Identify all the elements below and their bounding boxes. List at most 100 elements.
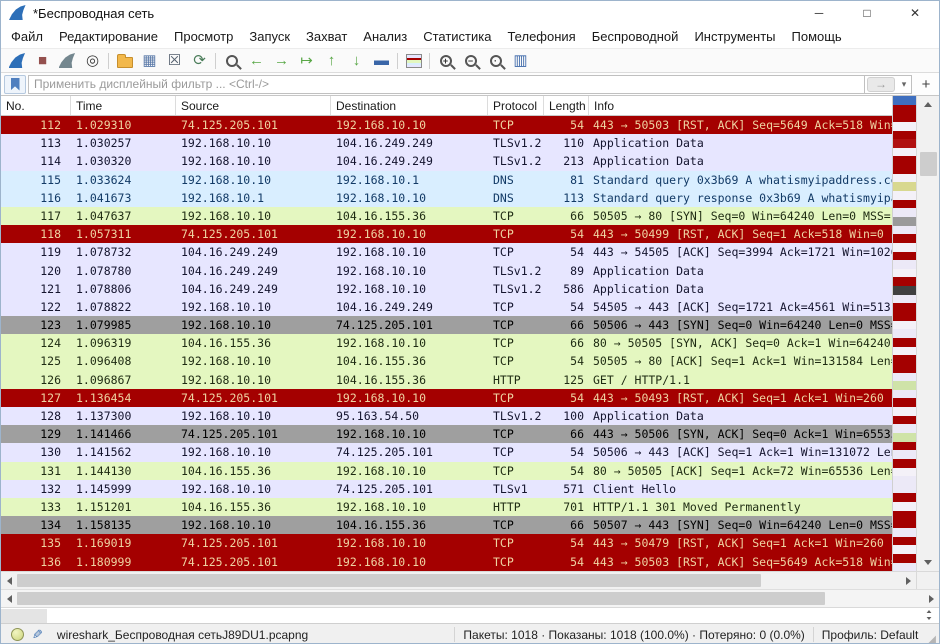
menu-capture[interactable]: Захват (298, 26, 355, 47)
packet-row[interactable]: 127 1.136454 74.125.205.101 192.168.10.1… (1, 389, 892, 407)
menu-edit[interactable]: Редактирование (51, 26, 166, 47)
packet-row[interactable]: 122 1.078822 192.168.10.10 104.16.249.24… (1, 298, 892, 316)
cell-info: 443 → 50479 [RST, ACK] Seq=1 Ack=1 Win=2… (589, 534, 892, 552)
packet-minimap[interactable] (892, 96, 916, 571)
packet-row[interactable]: 124 1.096319 104.16.155.36 192.168.10.10… (1, 334, 892, 352)
packet-row[interactable]: 135 1.169019 74.125.205.101 192.168.10.1… (1, 534, 892, 552)
pane-scroll-left-arrow-icon[interactable] (1, 590, 17, 607)
packet-row[interactable]: 125 1.096408 192.168.10.10 104.16.155.36… (1, 352, 892, 370)
packet-row[interactable]: 112 1.029310 74.125.205.101 192.168.10.1… (1, 116, 892, 134)
first-packet-button[interactable]: ↑ (319, 50, 344, 72)
column-header-no[interactable]: No. (1, 96, 71, 115)
find-packet-button[interactable] (219, 50, 244, 72)
scroll-up-arrow-icon[interactable] (917, 96, 939, 113)
scroll-left-arrow-icon[interactable] (1, 572, 17, 589)
packet-row[interactable]: 116 1.041673 192.168.10.1 192.168.10.10 … (1, 189, 892, 207)
column-header-time[interactable]: Time (71, 96, 176, 115)
detail-pane-scroll-icons[interactable] (925, 609, 933, 621)
auto-scroll-button[interactable]: ▬ (369, 50, 394, 72)
minimap-stripe (893, 139, 916, 148)
packet-row[interactable]: 118 1.057311 74.125.205.101 192.168.10.1… (1, 225, 892, 243)
cell-source: 74.125.205.101 (176, 425, 331, 443)
cell-length: 54 (544, 462, 589, 480)
column-header-destination[interactable]: Destination (331, 96, 488, 115)
packet-row[interactable]: 119 1.078732 104.16.249.249 192.168.10.1… (1, 243, 892, 261)
filter-dropdown-caret[interactable]: ▾ (897, 79, 911, 90)
cell-destination: 104.16.249.249 (331, 152, 488, 170)
pane-horizontal-scrollbar[interactable] (1, 589, 939, 607)
zoom-out-button[interactable]: − (458, 50, 483, 72)
pane-scroll-right-arrow-icon[interactable] (923, 590, 939, 607)
menu-go[interactable]: Запуск (241, 26, 298, 47)
close-button[interactable]: ✕ (891, 1, 939, 25)
save-file-button[interactable]: ▦ (137, 50, 162, 72)
open-file-button[interactable] (112, 50, 137, 72)
zoom-in-button[interactable]: + (433, 50, 458, 72)
stop-capture-button[interactable]: ■ (30, 50, 55, 72)
packet-rows: 112 1.029310 74.125.205.101 192.168.10.1… (1, 116, 892, 571)
packet-row[interactable]: 126 1.096867 192.168.10.10 104.16.155.36… (1, 371, 892, 389)
packet-row[interactable]: 120 1.078780 104.16.249.249 192.168.10.1… (1, 262, 892, 280)
last-packet-button[interactable]: ↓ (344, 50, 369, 72)
add-filter-button[interactable]: + (916, 75, 936, 94)
maximize-button[interactable]: □ (843, 1, 891, 25)
go-back-button[interactable]: ← (244, 50, 269, 72)
reload-file-button[interactable]: ⟳ (187, 50, 212, 72)
expert-info-icon[interactable] (11, 628, 24, 641)
menu-help[interactable]: Помощь (784, 26, 850, 47)
capture-options-button[interactable]: ◎ (80, 50, 105, 72)
packet-row[interactable]: 134 1.158135 192.168.10.10 104.16.155.36… (1, 516, 892, 534)
resize-columns-button[interactable]: ▥ (508, 50, 533, 72)
scroll-right-arrow-icon[interactable] (900, 572, 916, 589)
apply-filter-button[interactable]: → (867, 77, 895, 92)
menu-wireless[interactable]: Беспроводной (584, 26, 687, 47)
resize-grip-icon[interactable]: ◢ (926, 634, 939, 644)
packet-row[interactable]: 129 1.141466 74.125.205.101 192.168.10.1… (1, 425, 892, 443)
packet-row[interactable]: 136 1.180999 74.125.205.101 192.168.10.1… (1, 553, 892, 571)
column-header-info[interactable]: Info (589, 96, 892, 115)
filter-bookmark-button[interactable] (4, 75, 26, 94)
cell-source: 192.168.10.10 (176, 134, 331, 152)
zoom-reset-button[interactable]: · (483, 50, 508, 72)
go-to-packet-button[interactable]: ↦ (294, 50, 319, 72)
list-horizontal-scrollbar[interactable] (1, 571, 939, 589)
packet-row[interactable]: 117 1.047637 192.168.10.10 104.16.155.36… (1, 207, 892, 225)
packet-row[interactable]: 121 1.078806 104.16.249.249 192.168.10.1… (1, 280, 892, 298)
minimize-button[interactable]: ─ (795, 1, 843, 25)
colorize-button[interactable] (401, 50, 426, 72)
go-forward-button[interactable]: → (269, 50, 294, 72)
start-capture-button[interactable] (5, 50, 30, 72)
capture-comment-icon[interactable]: ✎ (32, 627, 43, 643)
packet-row[interactable]: 132 1.145999 192.168.10.10 74.125.205.10… (1, 480, 892, 498)
menu-file[interactable]: Файл (3, 26, 51, 47)
cell-no: 113 (1, 134, 71, 152)
column-header-protocol[interactable]: Protocol (488, 96, 544, 115)
profile-label[interactable]: Профиль: Default (813, 627, 927, 642)
packet-row[interactable]: 113 1.030257 192.168.10.10 104.16.249.24… (1, 134, 892, 152)
cell-no: 122 (1, 298, 71, 316)
packet-row[interactable]: 128 1.137300 192.168.10.10 95.163.54.50 … (1, 407, 892, 425)
cell-no: 128 (1, 407, 71, 425)
column-header-length[interactable]: Length (544, 96, 589, 115)
pane-hscroll-thumb[interactable] (17, 592, 825, 605)
menu-tools[interactable]: Инструменты (686, 26, 783, 47)
packet-row[interactable]: 114 1.030320 192.168.10.10 104.16.249.24… (1, 152, 892, 170)
column-header-source[interactable]: Source (176, 96, 331, 115)
display-filter-input[interactable] (28, 75, 864, 94)
vertical-scrollbar[interactable] (916, 96, 939, 571)
restart-capture-button[interactable] (55, 50, 80, 72)
menu-statistics[interactable]: Статистика (415, 26, 499, 47)
menu-analyze[interactable]: Анализ (355, 26, 415, 47)
minimap-stripe (893, 277, 916, 286)
packet-row[interactable]: 133 1.151201 104.16.155.36 192.168.10.10… (1, 498, 892, 516)
vertical-scrollbar-thumb[interactable] (920, 152, 937, 176)
packet-row[interactable]: 115 1.033624 192.168.10.10 192.168.10.1 … (1, 171, 892, 189)
menu-telephony[interactable]: Телефония (499, 26, 583, 47)
list-hscroll-thumb[interactable] (17, 574, 761, 587)
packet-row[interactable]: 123 1.079985 192.168.10.10 74.125.205.10… (1, 316, 892, 334)
packet-row[interactable]: 130 1.141562 192.168.10.10 74.125.205.10… (1, 443, 892, 461)
packet-row[interactable]: 131 1.144130 104.16.155.36 192.168.10.10… (1, 462, 892, 480)
scroll-down-arrow-icon[interactable] (917, 554, 939, 571)
close-file-button[interactable]: ☒ (162, 50, 187, 72)
menu-view[interactable]: Просмотр (166, 26, 241, 47)
